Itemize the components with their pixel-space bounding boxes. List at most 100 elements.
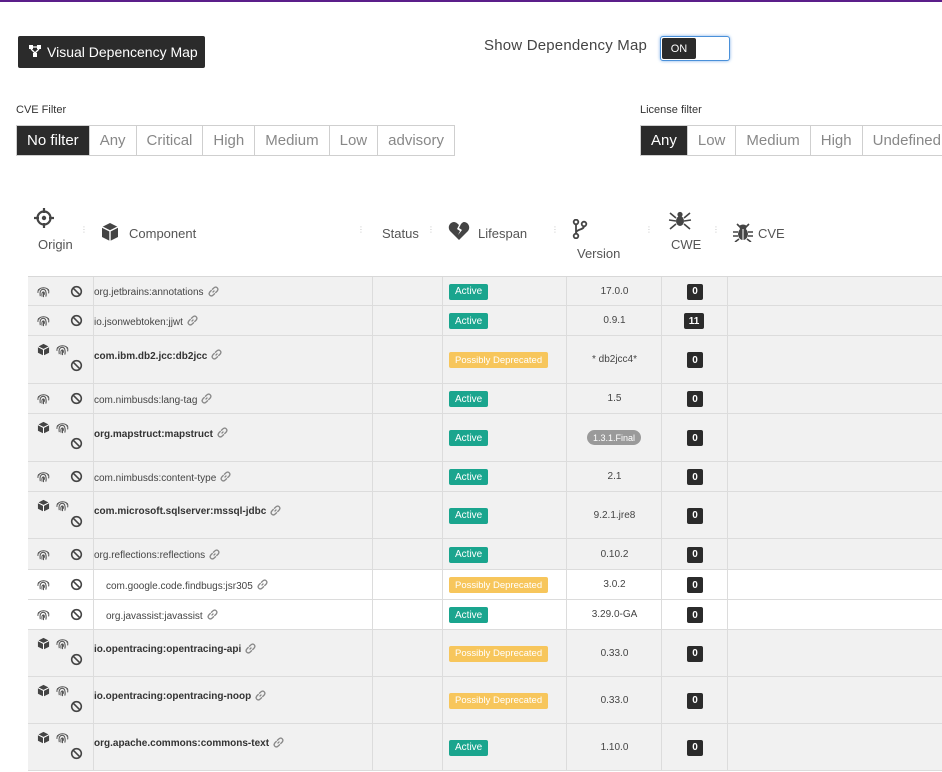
table-row[interactable]: io.jsonwebtoken:jjwt Active 0.9.1 11 — [28, 306, 942, 336]
cwe-count-badge[interactable]: 0 — [687, 607, 703, 623]
cve-filter-option-low[interactable]: Low — [329, 126, 379, 155]
component-header[interactable]: Component — [129, 226, 196, 241]
block-icon[interactable] — [70, 392, 83, 405]
lifespan-cell: Active — [443, 277, 567, 305]
link-icon[interactable] — [208, 548, 221, 564]
status-header[interactable]: Status — [382, 226, 419, 241]
table-row[interactable]: org.apache.commons:commons-text Active 1.1… — [28, 724, 942, 771]
cwe-count-badge[interactable]: 0 — [687, 507, 703, 524]
cve-header[interactable]: CVE — [758, 226, 785, 241]
origin-header[interactable]: Origin — [38, 237, 73, 252]
lifespan-badge: Possibly Deprecated — [449, 352, 549, 368]
table-row[interactable]: com.nimbusds:content-type Active 2.1 0 — [28, 462, 942, 492]
lifespan-badge: Active — [449, 391, 489, 407]
cve-filter-option-advisory[interactable]: advisory — [378, 126, 454, 155]
cwe-cell: 0 — [662, 724, 728, 770]
block-icon[interactable] — [70, 608, 83, 621]
table-row[interactable]: com.microsoft.sqlserver:mssql-jdbc Active… — [28, 492, 942, 539]
show-dependency-map-toggle[interactable]: ON — [660, 36, 730, 61]
license-filter-option-low[interactable]: Low — [687, 126, 737, 155]
table-row[interactable]: org.javassist:javassist Active 3.29.0-GA 0 — [28, 600, 942, 630]
link-icon[interactable] — [219, 470, 232, 486]
cwe-sort-handle[interactable]: ⋮ — [712, 226, 720, 234]
cve-cell — [728, 677, 942, 723]
cve-cell — [728, 570, 942, 599]
cve-filter-option-any[interactable]: Any — [89, 126, 137, 155]
cve-filter-option-high[interactable]: High — [203, 126, 256, 155]
block-icon[interactable] — [70, 515, 83, 528]
cwe-count-badge[interactable]: 0 — [687, 352, 703, 368]
origin-sort-handle[interactable]: ⋮ — [80, 226, 88, 234]
cwe-count-badge[interactable]: 0 — [687, 739, 703, 756]
cwe-count-badge[interactable]: 11 — [684, 313, 704, 329]
cube-icon — [37, 499, 50, 512]
block-icon[interactable] — [70, 747, 83, 760]
cwe-cell: 0 — [662, 600, 728, 629]
link-icon[interactable] — [244, 642, 257, 658]
table-row[interactable]: org.reflections:reflections Active 0.10.2 0 — [28, 539, 942, 570]
cwe-header[interactable]: CWE — [671, 237, 701, 252]
license-filter-option-high[interactable]: High — [810, 126, 863, 155]
table-row[interactable]: com.google.code.findbugs:jsr305 Possibly … — [28, 570, 942, 600]
license-filter-option-undefined[interactable]: Undefined — [862, 126, 942, 155]
status-sort-handle[interactable]: ⋮ — [427, 226, 435, 234]
lifespan-badge: Possibly Deprecated — [449, 692, 549, 709]
block-icon[interactable] — [70, 314, 83, 327]
cwe-count-badge[interactable]: 0 — [687, 692, 703, 709]
cve-cell — [728, 462, 942, 491]
version-value: 0.33.0 — [600, 694, 629, 706]
block-icon[interactable] — [70, 578, 83, 591]
cve-filter-option-no-filter[interactable]: No filter — [17, 126, 90, 155]
component-name: io.opentracing:opentracing-noop — [94, 691, 252, 702]
version-header[interactable]: Version — [577, 246, 620, 261]
cwe-cell: 0 — [662, 336, 728, 383]
cwe-count-badge[interactable]: 0 — [687, 391, 703, 407]
block-icon[interactable] — [70, 285, 83, 298]
cve-filter-option-medium[interactable]: Medium — [255, 126, 330, 155]
cwe-cell: 0 — [662, 630, 728, 676]
fingerprint-icon — [37, 578, 50, 591]
cwe-count-badge[interactable]: 0 — [687, 283, 703, 300]
fingerprint-icon — [37, 470, 50, 483]
link-icon[interactable] — [200, 392, 213, 408]
block-icon[interactable] — [70, 359, 83, 372]
table-row[interactable]: com.ibm.db2.jcc:db2jcc Possibly Deprecate… — [28, 336, 942, 384]
link-icon[interactable] — [210, 348, 223, 364]
cwe-count-badge[interactable]: 0 — [687, 645, 703, 662]
version-value: 2.1 — [607, 471, 622, 482]
license-filter-option-medium[interactable]: Medium — [736, 126, 811, 155]
link-icon[interactable] — [207, 285, 220, 301]
lifespan-header[interactable]: Lifespan — [478, 226, 527, 241]
license-filter-option-any[interactable]: Any — [641, 126, 688, 155]
cwe-count-badge[interactable]: 0 — [687, 577, 703, 593]
table-row[interactable]: org.mapstruct:mapstruct Active 1.3.1.Final… — [28, 414, 942, 462]
component-name: com.google.code.findbugs:jsr305 — [106, 580, 253, 592]
lifespan-sort-handle[interactable]: ⋮ — [551, 226, 559, 234]
cve-filter-option-critical[interactable]: Critical — [136, 126, 204, 155]
block-icon[interactable] — [70, 470, 83, 483]
link-icon[interactable] — [269, 504, 282, 520]
link-icon[interactable] — [206, 608, 219, 624]
table-row[interactable]: org.jetbrains:annotations Active 17.0.0 0 — [28, 277, 942, 306]
block-icon[interactable] — [70, 437, 83, 450]
link-icon[interactable] — [272, 736, 285, 752]
cve-cell — [728, 414, 942, 461]
table-row[interactable]: io.opentracing:opentracing-noop Possibly … — [28, 677, 942, 724]
cve-cell — [728, 277, 942, 305]
cwe-count-badge[interactable]: 0 — [687, 430, 703, 446]
block-icon[interactable] — [70, 653, 83, 666]
version-sort-handle[interactable]: ⋮ — [645, 226, 653, 234]
cwe-count-badge[interactable]: 0 — [687, 469, 703, 485]
table-row[interactable]: com.nimbusds:lang-tag Active 1.5 0 — [28, 384, 942, 414]
table-row[interactable]: io.opentracing:opentracing-api Possibly D… — [28, 630, 942, 677]
block-icon[interactable] — [70, 700, 83, 713]
link-icon[interactable] — [186, 314, 199, 330]
link-icon[interactable] — [216, 426, 229, 442]
component-sort-handle[interactable]: ⋮ — [357, 226, 365, 234]
origin-cell — [28, 570, 94, 599]
link-icon[interactable] — [254, 689, 267, 705]
cwe-count-badge[interactable]: 0 — [687, 546, 703, 563]
link-icon[interactable] — [256, 578, 269, 594]
block-icon[interactable] — [70, 548, 83, 561]
visual-dependency-map-button[interactable]: Visual Depencency Map — [18, 36, 205, 68]
